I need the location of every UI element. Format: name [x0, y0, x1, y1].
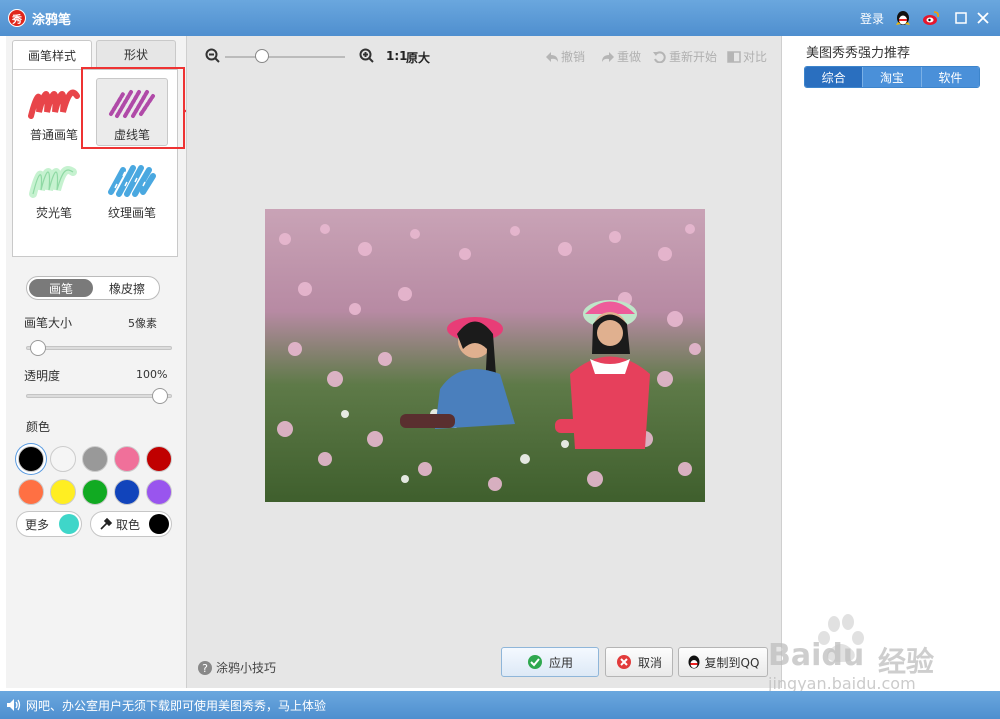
window-title: 涂鸦笔	[32, 12, 72, 28]
restart-button[interactable]: 重新开始	[653, 48, 717, 65]
more-colors-button[interactable]: 更多	[16, 511, 82, 537]
status-bar[interactable]: 网吧、办公室用户无须下载即可使用美图秀秀，马上体验	[0, 691, 1000, 719]
texture-brush-icon	[108, 164, 156, 197]
normal-brush-icon	[28, 89, 80, 119]
zoom-slider-thumb[interactable]	[255, 49, 269, 63]
compare-button[interactable]: 对比	[727, 48, 767, 65]
tab-shape[interactable]: 形状	[96, 40, 176, 68]
qq-icon[interactable]	[894, 9, 912, 27]
zoom-out-icon[interactable]	[205, 48, 221, 64]
recommend-title: 美图秀秀强力推荐	[806, 46, 911, 61]
cancel-icon	[616, 655, 631, 669]
brush-texture[interactable]: 纹理画笔	[95, 156, 169, 226]
undo-icon	[546, 51, 558, 62]
undo-label: 撤销	[561, 50, 586, 64]
color-swatch-blue[interactable]	[114, 479, 140, 505]
picked-color-dot	[149, 514, 169, 534]
highlighter-brush-icon	[29, 165, 77, 198]
speaker-icon	[7, 699, 21, 711]
redo-icon	[602, 51, 614, 62]
tab-taobao[interactable]: 淘宝	[863, 67, 922, 87]
undo-button[interactable]: 撤销	[545, 48, 585, 65]
tab-brush-style[interactable]: 画笔样式	[12, 40, 92, 70]
color-swatch-gray[interactable]	[82, 446, 108, 472]
qq-icon	[688, 655, 700, 669]
mode-toggle: 画笔 橡皮擦	[26, 276, 160, 300]
compare-icon	[727, 50, 741, 63]
title-bar: 秀 涂鸦笔 登录	[0, 0, 1000, 36]
status-text: 网吧、办公室用户无须下载即可使用美图秀秀，马上体验	[26, 698, 327, 713]
brush-label: 纹理画笔	[107, 205, 156, 220]
canvas-toolbar: 1:1 原大 撤销 重做 重新开始 对比	[187, 36, 783, 76]
opacity-slider-thumb[interactable]	[152, 388, 168, 404]
close-button[interactable]	[972, 8, 994, 28]
brush-normal[interactable]: 普通画笔	[17, 78, 91, 148]
opacity-value: 100%	[136, 368, 168, 381]
doodle-tips-link[interactable]: ? 涂鸦小技巧	[197, 659, 276, 676]
redo-label: 重做	[617, 50, 642, 64]
more-colors-label: 更多	[25, 517, 50, 532]
original-size-button[interactable]: 原大	[406, 49, 430, 66]
color-swatch-purple[interactable]	[146, 479, 172, 505]
copy-to-qq-button[interactable]: 复制到QQ	[678, 647, 768, 677]
zoom-in-icon[interactable]	[359, 48, 375, 64]
restart-icon	[653, 50, 666, 63]
color-swatch-green[interactable]	[82, 479, 108, 505]
picker-label: 取色	[116, 517, 141, 532]
brush-mode-button[interactable]: 画笔	[29, 279, 93, 297]
zoom-slider-track[interactable]	[225, 56, 345, 58]
recommend-tabs: 综合 淘宝 软件	[804, 66, 980, 88]
edited-photo[interactable]	[265, 209, 705, 502]
size-slider-thumb[interactable]	[30, 340, 46, 356]
cancel-button[interactable]: 取消	[605, 647, 673, 677]
copy-to-qq-label: 复制到QQ	[704, 655, 760, 670]
check-icon	[527, 655, 542, 669]
color-swatch-darkred[interactable]	[146, 446, 172, 472]
eraser-mode-button[interactable]: 橡皮擦	[95, 277, 159, 299]
maximize-button[interactable]	[950, 8, 972, 28]
cancel-label: 取消	[637, 655, 662, 670]
recommend-panel: 美图秀秀强力推荐 综合 淘宝 软件	[782, 36, 1000, 688]
canvas-bottom-bar: ? 涂鸦小技巧 应用 取消 复制到QQ	[187, 641, 783, 685]
color-swatch-black[interactable]	[18, 446, 44, 472]
color-picker-button[interactable]: 取色	[90, 511, 172, 537]
opacity-label: 透明度	[24, 369, 61, 383]
color-swatch-yellow[interactable]	[50, 479, 76, 505]
color-swatch-pink[interactable]	[114, 446, 140, 472]
photo-image	[265, 209, 705, 502]
redo-button[interactable]: 重做	[601, 48, 641, 65]
canvas-area: 1:1 原大 撤销 重做 重新开始 对比 ? 涂鸦小技巧 应用 取消 复制到QQ	[186, 36, 782, 688]
size-value: 5像素	[128, 317, 157, 330]
restart-label: 重新开始	[669, 50, 718, 64]
app-logo-icon: 秀	[8, 9, 26, 27]
color-swatch-white[interactable]	[50, 446, 76, 472]
compare-label: 对比	[743, 50, 768, 64]
opacity-slider-track[interactable]	[26, 394, 172, 398]
size-slider-track[interactable]	[26, 346, 172, 350]
login-link[interactable]: 登录	[860, 10, 884, 27]
ratio-label[interactable]: 1:1	[386, 49, 408, 63]
brush-highlighter[interactable]: 荧光笔	[17, 156, 91, 226]
tab-software[interactable]: 软件	[921, 67, 979, 87]
apply-button[interactable]: 应用	[501, 647, 599, 677]
color-swatch-orange[interactable]	[18, 479, 44, 505]
help-icon: ?	[198, 660, 212, 675]
svg-text:?: ?	[202, 662, 208, 675]
brush-label: 普通画笔	[29, 127, 78, 142]
tab-general[interactable]: 综合	[805, 67, 864, 87]
annotation-highlight-box	[81, 67, 185, 149]
size-label: 画笔大小	[24, 316, 73, 330]
more-color-dot	[59, 514, 79, 534]
color-label: 颜色	[26, 420, 51, 434]
doodle-tips-label: 涂鸦小技巧	[216, 661, 277, 675]
apply-label: 应用	[548, 655, 573, 670]
eyedropper-icon	[100, 517, 113, 530]
weibo-icon[interactable]	[922, 9, 940, 27]
brush-label: 荧光笔	[35, 205, 72, 220]
